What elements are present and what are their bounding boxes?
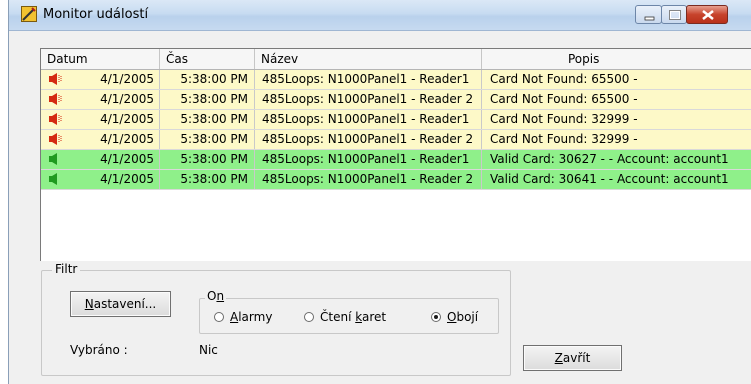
cell-name: 485Loops: N1000Panel1 - Reader1 xyxy=(255,150,482,169)
cell-time: 5:38:00 PM xyxy=(160,130,255,149)
cell-date: 4/1/2005 xyxy=(41,170,160,189)
cell-date: 4/1/2005 xyxy=(41,150,160,169)
event-monitor-window: Monitor událostí Datum Čas Název Popis 4… xyxy=(8,0,751,384)
event-row[interactable]: 4/1/2005 5:38:00 PM 485Loops: N1000Panel1 … xyxy=(41,130,751,150)
cell-description: Card Not Found: 32999 - xyxy=(490,132,638,146)
cell-name: 485Loops: N1000Panel1 - Reader 2 xyxy=(255,90,482,109)
cell-description: Card Not Found: 32999 - xyxy=(490,112,638,126)
column-header-name[interactable]: Název xyxy=(255,49,482,69)
cell-description: Card Not Found: 65500 - xyxy=(490,92,638,106)
close-icon xyxy=(702,10,714,20)
cell-date: 4/1/2005 xyxy=(41,110,160,129)
cell-name: 485Loops: N1000Panel1 - Reader 2 xyxy=(255,170,482,189)
column-header-date[interactable]: Datum xyxy=(41,49,160,69)
column-header-description[interactable]: Popis xyxy=(482,49,751,69)
selected-label: Vybráno : xyxy=(70,343,128,357)
settings-button[interactable]: Nastavení... xyxy=(70,291,171,317)
minimize-button[interactable] xyxy=(635,5,662,24)
event-rows: 4/1/2005 5:38:00 PM 485Loops: N1000Panel1 … xyxy=(41,70,751,190)
cell-name: 485Loops: N1000Panel1 - Reader1 xyxy=(255,70,482,89)
minimize-icon xyxy=(644,16,655,21)
cell-description: Valid Card: 30641 - - Account: account1 xyxy=(490,172,729,186)
radio-card-reads[interactable]: Čtení karet xyxy=(304,309,386,325)
cell-date: 4/1/2005 xyxy=(41,130,160,149)
on-group-legend: On xyxy=(205,289,227,303)
close-window-button[interactable] xyxy=(686,5,728,24)
cell-date: 4/1/2005 xyxy=(41,90,160,109)
event-list-header: Datum Čas Název Popis xyxy=(41,49,751,70)
window-title: Monitor událostí xyxy=(43,7,149,22)
cell-name: 485Loops: N1000Panel1 - Reader 2 xyxy=(255,130,482,149)
radio-circle[interactable] xyxy=(214,312,224,322)
radio-both[interactable]: Obojí xyxy=(431,309,478,325)
radio-circle[interactable] xyxy=(431,312,441,322)
cell-time: 5:38:00 PM xyxy=(160,170,255,189)
maximize-button[interactable] xyxy=(661,5,687,24)
event-row[interactable]: 4/1/2005 5:38:00 PM 485Loops: N1000Panel1 … xyxy=(41,110,751,130)
event-row[interactable]: 4/1/2005 5:38:00 PM 485Loops: N1000Panel1 … xyxy=(41,150,751,170)
cell-date: 4/1/2005 xyxy=(41,70,160,89)
column-header-time[interactable]: Čas xyxy=(160,49,255,69)
cell-name: 485Loops: N1000Panel1 - Reader1 xyxy=(255,110,482,129)
close-button[interactable]: Zavřít xyxy=(523,345,622,371)
title-bar[interactable]: Monitor událostí xyxy=(9,0,751,31)
cell-description: Valid Card: 30627 - - Account: account1 xyxy=(490,152,729,166)
radio-circle[interactable] xyxy=(304,312,314,322)
cell-time: 5:38:00 PM xyxy=(160,70,255,89)
event-list[interactable]: Datum Čas Název Popis 4/1/2005 5:38:00 PM… xyxy=(40,48,751,261)
event-row[interactable]: 4/1/2005 5:38:00 PM 485Loops: N1000Panel1 … xyxy=(41,70,751,90)
maximize-icon xyxy=(669,10,681,20)
cell-time: 5:38:00 PM xyxy=(160,150,255,169)
radio-alarms[interactable]: Alarmy xyxy=(214,309,272,325)
cell-time: 5:38:00 PM xyxy=(160,110,255,129)
cell-description: Card Not Found: 65500 - xyxy=(490,72,638,86)
event-row[interactable]: 4/1/2005 5:38:00 PM 485Loops: N1000Panel1 … xyxy=(41,170,751,190)
app-icon xyxy=(21,6,37,22)
filter-legend: Filtr xyxy=(52,262,81,276)
event-row[interactable]: 4/1/2005 5:38:00 PM 485Loops: N1000Panel1 … xyxy=(41,90,751,110)
selected-value: Nic xyxy=(199,343,218,357)
cell-time: 5:38:00 PM xyxy=(160,90,255,109)
